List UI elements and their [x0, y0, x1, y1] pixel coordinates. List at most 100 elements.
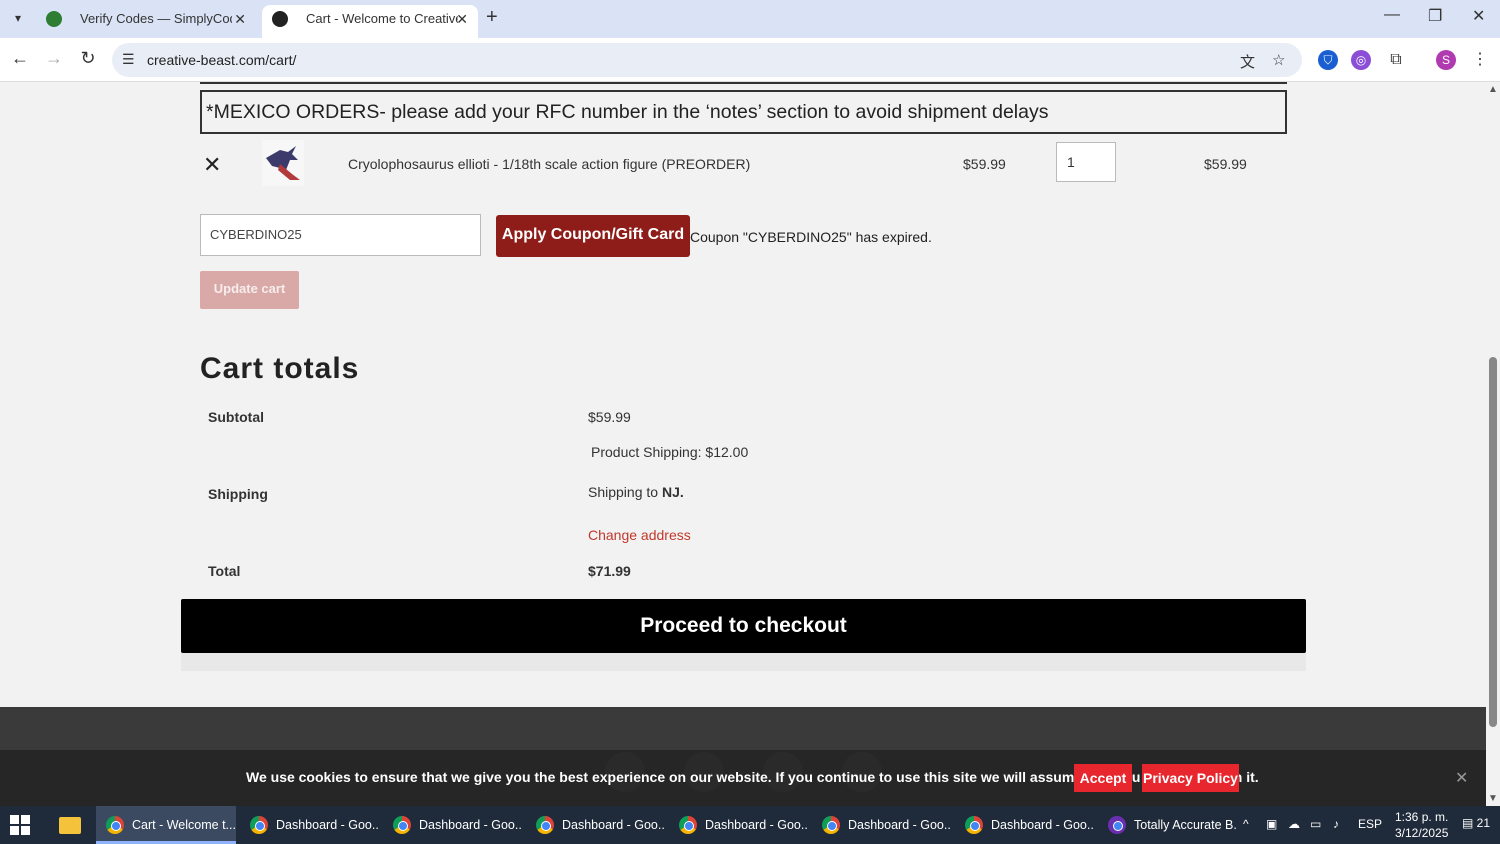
close-tab-icon[interactable]: ✕ — [234, 5, 246, 33]
total-value: $71.99 — [588, 563, 631, 579]
chrome-icon — [822, 816, 840, 834]
apply-coupon-button[interactable]: Apply Coupon/Gift Card — [496, 215, 690, 257]
language-indicator[interactable]: ESP — [1358, 817, 1382, 831]
taskbar-item[interactable]: Dashboard - Goo... — [669, 806, 809, 844]
bookmark-star-icon[interactable]: ☆ — [1272, 51, 1285, 69]
taskbar-item[interactable]: Cart - Welcome t... — [96, 806, 236, 844]
extensions-puzzle-icon[interactable]: ⧉ — [1386, 50, 1406, 70]
minimize-icon[interactable]: — — [1384, 6, 1400, 24]
site-info-icon[interactable]: ☰ — [122, 51, 135, 68]
coupon-input[interactable]: CYBERDINO25 — [200, 214, 481, 256]
new-tab-icon[interactable]: + — [486, 6, 498, 29]
chrome-icon — [679, 816, 697, 834]
creative-beast-favicon-icon — [272, 11, 288, 27]
tab-search-icon[interactable]: ▾ — [8, 8, 28, 28]
scroll-down-icon[interactable]: ▼ — [1488, 793, 1498, 804]
taskbar-item[interactable]: Dashboard - Goo... — [383, 806, 523, 844]
scroll-up-icon[interactable]: ▲ — [1488, 84, 1498, 95]
total-label: Total — [208, 563, 241, 579]
windows-taskbar: Cart - Welcome t... Dashboard - Goo... D… — [0, 806, 1500, 844]
product-thumbnail[interactable] — [262, 140, 304, 186]
close-window-icon[interactable]: ✕ — [1472, 6, 1485, 26]
onedrive-icon[interactable]: ☁ — [1288, 817, 1300, 831]
taskbar-item-label: Dashboard - Goo... — [991, 818, 1095, 832]
taskbar-item[interactable]: Dashboard - Goo... — [955, 806, 1095, 844]
taskbar-item-label: Totally Accurate B... — [1134, 818, 1238, 832]
menu-kebab-icon[interactable]: ⋮ — [1470, 50, 1490, 70]
tab-strip: ▾ Verify Codes — SimplyCodes ✕ Cart - We… — [0, 0, 1500, 38]
tab-simplycodes[interactable]: Verify Codes — SimplyCodes ✕ — [36, 5, 256, 38]
restore-icon[interactable]: ❐ — [1428, 6, 1442, 26]
chrome-icon — [250, 816, 268, 834]
tab-title: Cart - Welcome to Creative Beast — [306, 11, 458, 26]
shipping-destination: Shipping to NJ. — [588, 484, 684, 500]
back-icon[interactable]: ← — [8, 48, 32, 69]
notifications-icon[interactable]: ▤ 21 — [1462, 816, 1490, 830]
clock-date: 3/12/2025 — [1395, 826, 1449, 840]
close-tab-icon[interactable]: ✕ — [456, 5, 468, 33]
network-icon[interactable]: ▭ — [1310, 817, 1321, 831]
taskbar-item-label: Cart - Welcome t... — [132, 818, 236, 832]
taskbar-item[interactable]: Dashboard - Goo... — [240, 806, 380, 844]
extension-purple-icon[interactable]: ◎ — [1351, 50, 1371, 70]
reload-icon[interactable]: ↻ — [76, 48, 100, 69]
browser-toolbar: ← → ↻ ☰ creative-beast.com/cart/ 文 ☆ ⛉ ◎… — [0, 38, 1500, 82]
taskbar-item-label: Dashboard - Goo... — [419, 818, 523, 832]
simplycodes-favicon-icon — [46, 11, 62, 27]
tray-overflow-icon[interactable]: ^ — [1243, 817, 1249, 831]
product-shipping-line: Product Shipping: $12.00 — [591, 444, 749, 460]
line-subtotal: $59.99 — [1204, 156, 1247, 172]
taskbar-item-label: Dashboard - Goo... — [848, 818, 952, 832]
translate-icon[interactable]: 文 — [1240, 51, 1255, 72]
chrome-icon — [965, 816, 983, 834]
taskbar-item[interactable]: Dashboard - Goo... — [812, 806, 952, 844]
url-text: creative-beast.com/cart/ — [147, 52, 297, 68]
chrome-icon — [536, 816, 554, 834]
update-cart-button[interactable]: Update cart — [200, 271, 299, 309]
shield-extension-icon[interactable]: ⛉ — [1318, 50, 1338, 70]
chrome-icon — [393, 816, 411, 834]
shipping-label: Shipping — [208, 486, 268, 502]
taskbar-item-label: Dashboard - Goo... — [276, 818, 380, 832]
tab-cart[interactable]: Cart - Welcome to Creative Beast ✕ — [262, 5, 478, 38]
shipping-to-text: Shipping to — [588, 484, 659, 500]
subtotal-value: $59.99 — [588, 409, 631, 425]
notifications-count: 21 — [1476, 816, 1491, 830]
forward-icon[interactable]: → — [42, 48, 66, 69]
shipping-state: NJ. — [661, 484, 684, 500]
taskbar-item[interactable]: Dashboard - Goo... — [526, 806, 666, 844]
remove-item-icon[interactable]: ✕ — [203, 154, 221, 176]
file-explorer-icon[interactable] — [59, 817, 81, 834]
scroll-thumb[interactable] — [1489, 357, 1497, 727]
mexico-notice: *MEXICO ORDERS- please add your RFC numb… — [200, 90, 1287, 134]
quantity-input[interactable]: 1 — [1056, 142, 1116, 182]
tray-app-icon[interactable]: ▣ — [1266, 817, 1277, 831]
chrome-icon — [106, 816, 124, 834]
windows-start-icon[interactable] — [10, 815, 30, 835]
page-scrollbar[interactable]: ▲ ▼ — [1486, 82, 1500, 806]
cookie-close-icon[interactable]: ✕ — [1455, 768, 1468, 788]
total-amount: $71.99 — [588, 563, 631, 579]
system-clock[interactable]: 1:36 p. m. 3/12/2025 — [1395, 809, 1448, 841]
game-icon — [1108, 816, 1126, 834]
clock-time: 1:36 p. m. — [1395, 810, 1449, 824]
product-price: $59.99 — [963, 156, 1006, 172]
change-address-link[interactable]: Change address — [588, 527, 691, 543]
cart-totals-heading: Cart totals — [200, 352, 360, 385]
cookie-banner: We use cookies to ensure that we give yo… — [0, 750, 1486, 806]
subtotal-label: Subtotal — [208, 409, 264, 425]
proceed-to-checkout-button[interactable]: Proceed to checkout — [181, 599, 1306, 653]
profile-avatar[interactable]: S — [1436, 50, 1456, 70]
taskbar-item[interactable]: Totally Accurate B... — [1098, 806, 1238, 844]
taskbar-item-label: Dashboard - Goo... — [705, 818, 809, 832]
tab-title: Verify Codes — SimplyCodes — [80, 11, 232, 26]
page-content: *MEXICO ORDERS- please add your RFC numb… — [0, 82, 1486, 806]
taskbar-item-label: Dashboard - Goo... — [562, 818, 666, 832]
address-bar[interactable]: ☰ creative-beast.com/cart/ 文 ☆ — [112, 43, 1302, 77]
volume-icon[interactable]: ♪ — [1333, 817, 1339, 831]
privacy-policy-button[interactable]: Privacy Policy — [1142, 764, 1239, 792]
table-top-rule — [200, 82, 1287, 84]
product-name-link[interactable]: Cryolophosaurus ellioti - 1/18th scale a… — [348, 156, 750, 172]
coupon-error-message: Coupon "CYBERDINO25" has expired. — [690, 229, 932, 245]
cookie-accept-button[interactable]: Accept — [1074, 764, 1132, 792]
